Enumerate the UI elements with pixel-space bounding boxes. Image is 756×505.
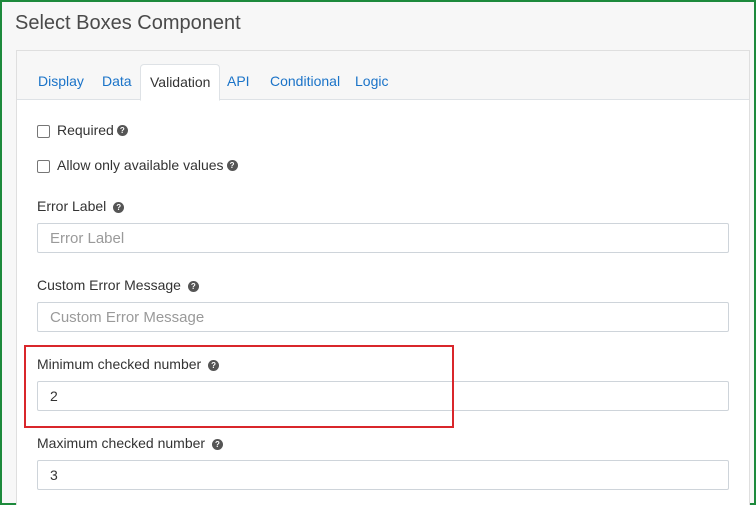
question-circle-icon[interactable]: ?	[116, 124, 128, 136]
only-available-checkbox[interactable]	[37, 159, 50, 173]
only-available-row: Allow only available values ?	[37, 157, 238, 173]
tab-conditional[interactable]: Conditional	[261, 64, 349, 100]
question-circle-icon[interactable]: ?	[113, 202, 125, 213]
required-checkbox[interactable]	[37, 124, 50, 138]
custom-error-heading: Custom Error Message ?	[37, 277, 199, 293]
question-circle-icon[interactable]: ?	[211, 439, 223, 450]
only-available-label: Allow only available values	[57, 157, 224, 173]
window-frame: Select Boxes Component Display Data Vali…	[0, 0, 756, 505]
tab-api[interactable]: API	[218, 64, 259, 100]
tab-data[interactable]: Data	[93, 64, 141, 100]
question-circle-icon[interactable]: ?	[187, 281, 199, 292]
dialog-title: Select Boxes Component	[15, 12, 241, 34]
required-row: Required ?	[37, 122, 128, 138]
error-label-input[interactable]	[37, 223, 729, 253]
max-checked-input[interactable]	[37, 460, 729, 490]
error-label-text: Error Label	[37, 198, 107, 214]
error-label-heading: Error Label ?	[37, 198, 125, 214]
tab-logic[interactable]: Logic	[346, 64, 397, 100]
max-checked-text: Maximum checked number	[37, 435, 206, 451]
tab-validation[interactable]: Validation	[140, 64, 221, 101]
highlight-annotation-box	[24, 345, 454, 428]
required-label: Required	[57, 122, 114, 138]
question-circle-icon[interactable]: ?	[226, 159, 238, 171]
tab-display[interactable]: Display	[29, 64, 93, 100]
tab-bar: Display Data Validation API Conditional …	[17, 51, 749, 101]
component-panel: Display Data Validation API Conditional …	[16, 50, 750, 505]
custom-error-input[interactable]	[37, 302, 729, 332]
max-checked-heading: Maximum checked number ?	[37, 435, 223, 451]
custom-error-text: Custom Error Message	[37, 277, 181, 293]
